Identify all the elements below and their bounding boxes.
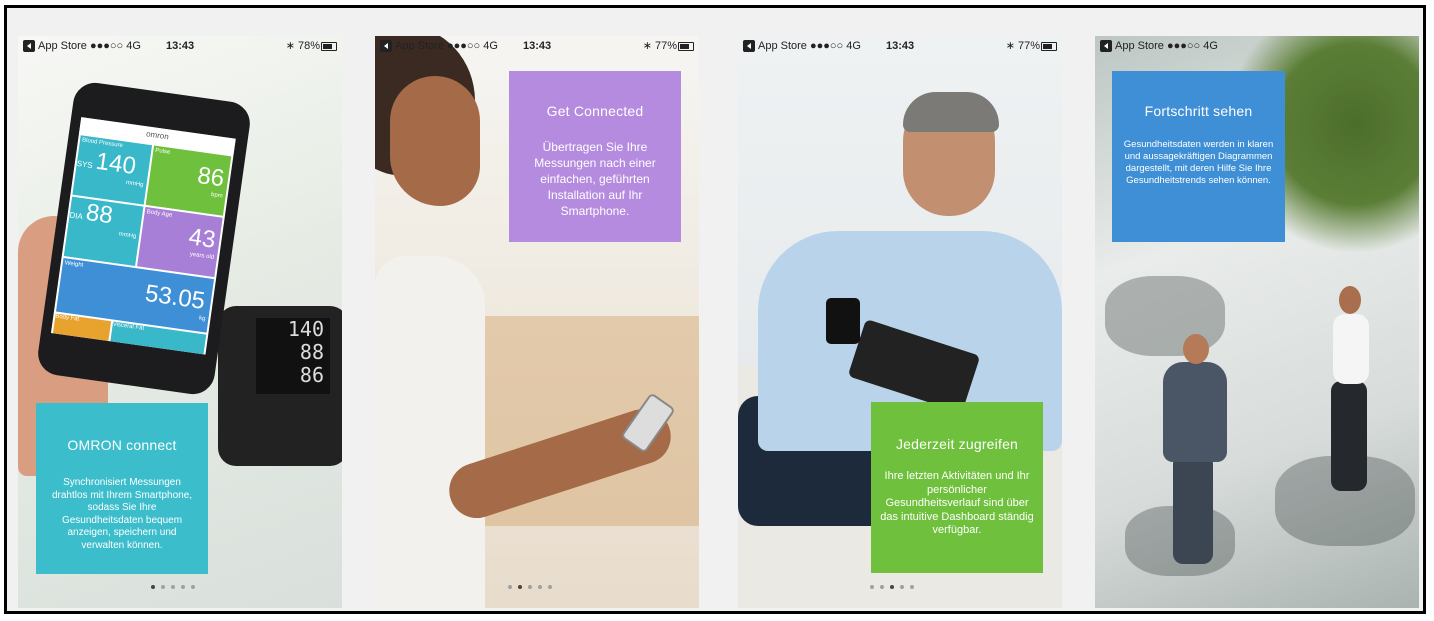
page-dot-5[interactable] bbox=[910, 585, 914, 589]
monitor-dia: 88 bbox=[299, 340, 324, 364]
card-text: Ihre letzten Aktivitäten und Ihr persönl… bbox=[880, 470, 1034, 536]
monitor-pulse: 86 bbox=[299, 363, 324, 387]
male-runner-image bbox=[1143, 334, 1233, 574]
screenshot-gallery: App Store ●●●○○ 4G 13:43 ∗ 78% 140 88 86… bbox=[4, 5, 1426, 614]
page-dot-5[interactable] bbox=[191, 585, 195, 589]
carrier-text: App Store ●●●○○ 4G bbox=[1115, 40, 1218, 52]
female-runner-image bbox=[1317, 286, 1387, 506]
page-dot-5[interactable] bbox=[548, 585, 552, 589]
page-dot-1[interactable] bbox=[151, 585, 155, 589]
intro-card-get-connected: Get Connected Übertragen Sie Ihre Messun… bbox=[509, 71, 681, 242]
battery-icon bbox=[321, 42, 337, 51]
card-title: Fortschritt sehen bbox=[1144, 103, 1253, 119]
status-bar: App Store ●●●○○ 4G bbox=[1095, 36, 1419, 56]
back-to-app-icon[interactable] bbox=[743, 40, 755, 52]
page-dot-2[interactable] bbox=[880, 585, 884, 589]
page-dot-2[interactable] bbox=[161, 585, 165, 589]
page-dot-4[interactable] bbox=[900, 585, 904, 589]
carrier-text: App Store ●●●○○ 4G bbox=[38, 40, 141, 52]
page-dot-4[interactable] bbox=[538, 585, 542, 589]
battery-percent: ∗ 78% bbox=[285, 40, 320, 52]
carrier-text: App Store ●●●○○ 4G bbox=[395, 40, 498, 52]
page-dot-1[interactable] bbox=[508, 585, 512, 589]
page-dot-2[interactable] bbox=[518, 585, 522, 589]
battery-percent: ∗ 77% bbox=[1005, 40, 1040, 52]
page-dot-3[interactable] bbox=[171, 585, 175, 589]
blood-pressure-monitor: 140 88 86 bbox=[218, 306, 342, 466]
man-hair-image bbox=[903, 92, 999, 132]
card-title: Get Connected bbox=[546, 103, 644, 119]
page-dot-3[interactable] bbox=[528, 585, 532, 589]
status-bar: App Store ●●●○○ 4G 13:43 ∗ 77% bbox=[375, 36, 699, 56]
battery-icon bbox=[678, 42, 694, 51]
page-dot-3[interactable] bbox=[890, 585, 894, 589]
tile-blood-pressure: Blood Pressure SYS 140 mmHg bbox=[72, 135, 153, 205]
page-indicator[interactable] bbox=[151, 585, 195, 589]
status-bar: App Store ●●●○○ 4G 13:43 ∗ 78% bbox=[18, 36, 342, 56]
back-to-app-icon[interactable] bbox=[23, 40, 35, 52]
monitor-sys: 140 bbox=[287, 317, 324, 341]
intro-card-jederzeit-zugreifen: Jederzeit zugreifen Ihre letzten Aktivit… bbox=[871, 402, 1043, 573]
page-indicator[interactable] bbox=[870, 585, 914, 589]
woman-torso-image bbox=[375, 256, 485, 608]
back-to-app-icon[interactable] bbox=[380, 40, 392, 52]
tile-pulse: Pulse 86 bpm bbox=[145, 145, 232, 216]
page-dot-1[interactable] bbox=[870, 585, 874, 589]
phone-app-screen: omron Blood Pressure SYS 140 mmHg Pulse … bbox=[50, 117, 236, 355]
battery-percent: ∗ 77% bbox=[642, 40, 677, 52]
page-dot-4[interactable] bbox=[181, 585, 185, 589]
card-title: Jederzeit zugreifen bbox=[895, 436, 1019, 452]
onboarding-screen-3[interactable]: App Store ●●●○○ 4G 13:43 ∗ 77% Jederzeit… bbox=[738, 36, 1062, 608]
smartphone-image bbox=[826, 298, 860, 344]
onboarding-screen-2[interactable]: App Store ●●●○○ 4G 13:43 ∗ 77% Get Conne… bbox=[375, 36, 699, 608]
onboarding-screen-1[interactable]: App Store ●●●○○ 4G 13:43 ∗ 78% 140 88 86… bbox=[18, 36, 342, 608]
card-text: Gesundheitsdaten werden in klaren und au… bbox=[1123, 139, 1274, 186]
card-text: Synchronisiert Messungen drahtlos mit Ih… bbox=[51, 477, 193, 551]
intro-card-omron-connect: OMRON connect Synchronisiert Messungen d… bbox=[36, 403, 208, 574]
card-title: OMRON connect bbox=[67, 437, 177, 453]
status-bar: App Store ●●●○○ 4G 13:43 ∗ 77% bbox=[738, 36, 1062, 56]
intro-card-fortschritt-sehen: Fortschritt sehen Gesundheitsdaten werde… bbox=[1112, 71, 1285, 242]
clock: 13:43 bbox=[886, 40, 915, 52]
battery-icon bbox=[1041, 42, 1057, 51]
clock: 13:43 bbox=[523, 40, 552, 52]
clock: 13:43 bbox=[166, 40, 195, 52]
woman-face-image bbox=[390, 76, 480, 206]
card-text: Übertragen Sie Ihre Messungen nach einer… bbox=[534, 140, 656, 218]
tile-body-age: Body Age 43 years old bbox=[137, 206, 223, 278]
carrier-text: App Store ●●●○○ 4G bbox=[758, 40, 861, 52]
onboarding-screen-4[interactable]: App Store ●●●○○ 4G Fortschritt sehen Ges… bbox=[1095, 36, 1419, 608]
back-to-app-icon[interactable] bbox=[1100, 40, 1112, 52]
page-indicator[interactable] bbox=[508, 585, 552, 589]
monitor-display: 140 88 86 bbox=[256, 318, 330, 394]
tile-dia: DIA 88 mmHg bbox=[63, 196, 144, 267]
